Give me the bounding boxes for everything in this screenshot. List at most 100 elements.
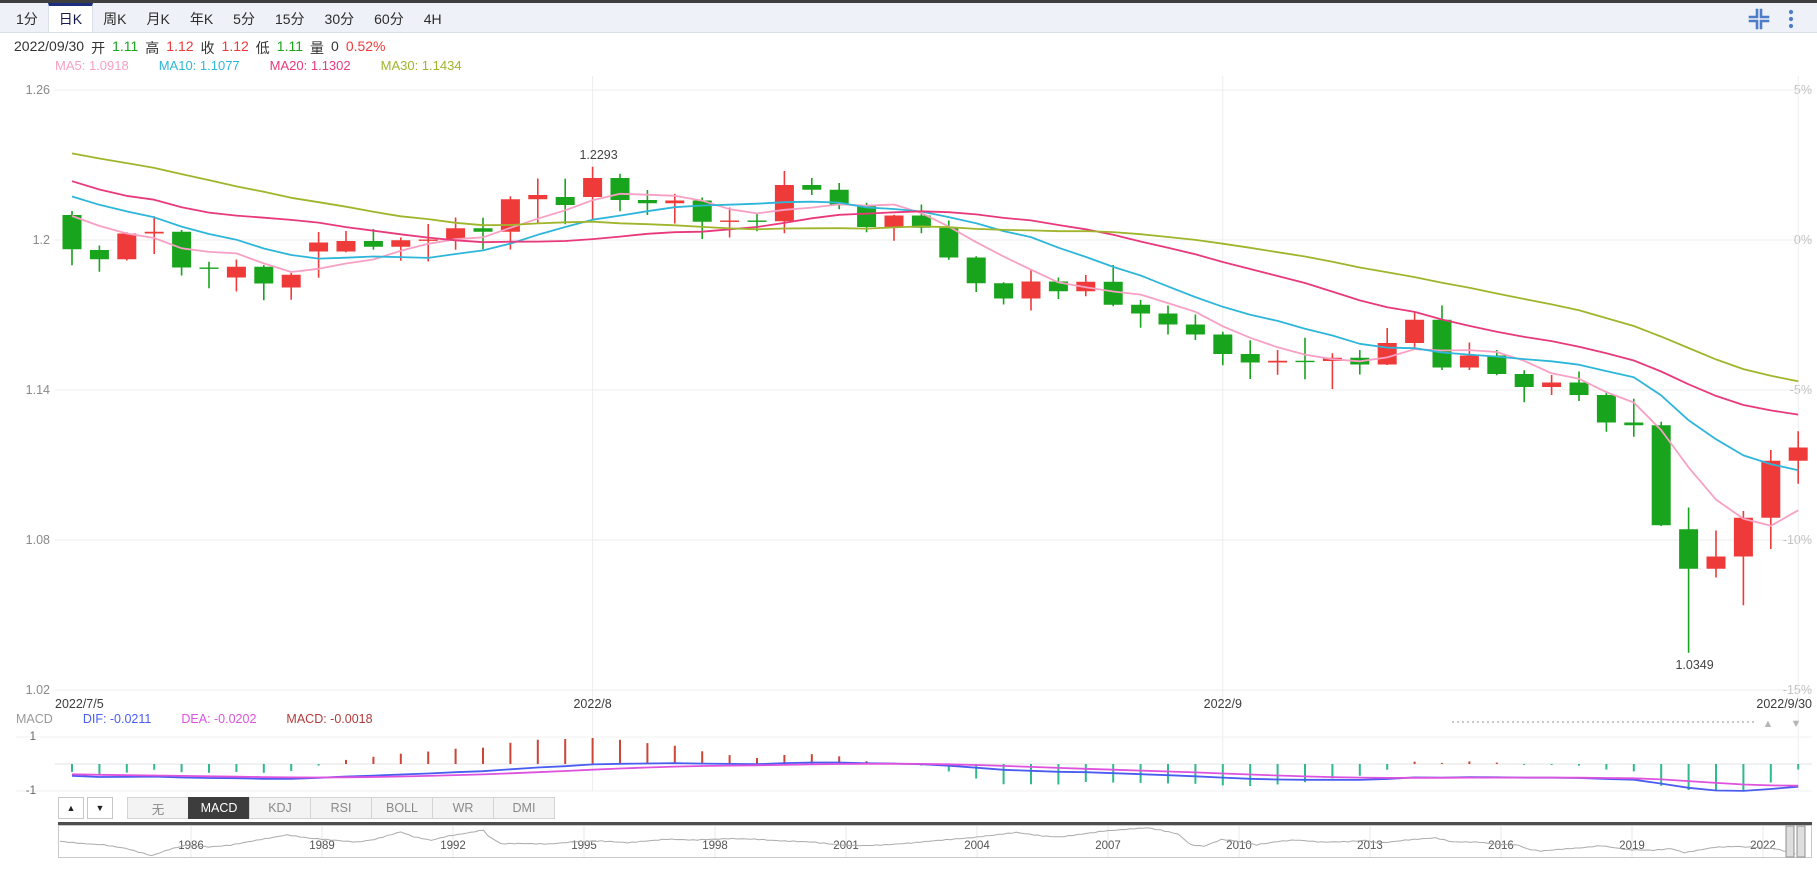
candle: [1679, 529, 1698, 569]
price-annotation: 1.2293: [579, 148, 617, 162]
candle: [1022, 282, 1041, 299]
navigator-handle[interactable]: [1786, 826, 1794, 857]
macd-hist-bar: [1742, 764, 1744, 790]
macd-y-label: -1: [26, 785, 36, 797]
indicator-tab-无[interactable]: 无: [127, 797, 189, 819]
macd-hist-bar: [235, 764, 237, 772]
macd-hist-bar: [1003, 764, 1005, 784]
ma-line-MA10: [72, 197, 1798, 471]
axis-arrow-up[interactable]: ▲: [1763, 718, 1774, 730]
macd-hist-bar: [564, 739, 566, 764]
macd-hist-bar: [126, 764, 128, 773]
indicator-tab-WR[interactable]: WR: [432, 797, 494, 819]
candle: [391, 240, 410, 247]
x-axis-label: 2022/8: [573, 697, 611, 711]
indicator-tab-BOLL[interactable]: BOLL: [371, 797, 433, 819]
candle: [227, 267, 246, 278]
y-axis-left-label: 1.02: [26, 683, 50, 697]
candle: [1761, 461, 1780, 518]
candle: [1597, 395, 1616, 423]
macd-hist-bar: [975, 764, 977, 778]
candle: [1159, 314, 1178, 325]
macd-hist-bar: [71, 764, 73, 772]
indicator-tab-RSI[interactable]: RSI: [310, 797, 372, 819]
macd-hist-bar: [674, 746, 676, 764]
candle: [1624, 423, 1643, 426]
ma-line-MA20: [72, 181, 1798, 414]
candle: [309, 243, 328, 252]
y-axis-right-label: 5%: [1794, 83, 1812, 97]
navigator-handle[interactable]: [1797, 826, 1805, 857]
y-axis-left-label: 1.2: [33, 233, 50, 247]
x-axis-label: 2022/9: [1204, 697, 1242, 711]
candle: [994, 283, 1013, 298]
navigator-year-label: 1992: [440, 840, 466, 852]
macd-info-part-2: DEA: -0.0202: [181, 712, 256, 726]
axis-arrow-down[interactable]: ▼: [1791, 718, 1802, 730]
price-annotation: 1.0349: [1675, 658, 1713, 672]
macd-hist-bar: [1688, 764, 1690, 790]
indicator-pane-up-button[interactable]: ▲: [58, 797, 84, 819]
macd-hist-bar: [427, 752, 429, 764]
candle: [1296, 361, 1315, 362]
macd-hist-bar: [1468, 761, 1470, 764]
indicator-pane-down-button[interactable]: ▼: [87, 797, 113, 819]
indicator-tab-bar: ▲ ▼ 无MACDKDJRSIBOLLWRDMI: [58, 797, 555, 819]
macd-hist-bar: [263, 764, 265, 773]
macd-info-row: MACDDIF: -0.0211DEA: -0.0202MACD: -0.001…: [16, 712, 373, 726]
macd-hist-bar: [537, 740, 539, 764]
main-chart-svg: 1.265%1.20%1.14-5%1.08-10%1.02-15%2022/7…: [0, 0, 1817, 887]
candle: [282, 275, 301, 288]
candle: [1186, 325, 1205, 335]
candle: [1542, 383, 1561, 388]
macd-hist-bar: [98, 764, 100, 775]
candle: [611, 178, 630, 200]
macd-dea-line: [72, 764, 1798, 786]
macd-info-part-3: MACD: -0.0018: [286, 712, 372, 726]
macd-hist-bar: [1523, 764, 1525, 765]
candle: [474, 228, 493, 232]
macd-hist-bar: [729, 755, 731, 764]
candle: [556, 197, 575, 205]
macd-hist-bar: [1770, 764, 1772, 783]
indicator-tab-MACD[interactable]: MACD: [188, 797, 250, 819]
macd-hist-bar: [1551, 764, 1553, 765]
candle: [665, 201, 684, 204]
navigator-year-label: 2001: [833, 840, 859, 852]
x-axis-label: 2022/9/30: [1756, 697, 1812, 711]
macd-hist-bar: [701, 751, 703, 764]
macd-hist-bar: [290, 764, 292, 771]
macd-hist-bar: [208, 764, 210, 773]
macd-hist-bar: [1578, 764, 1580, 766]
ma-line-MA30: [72, 153, 1798, 381]
y-axis-right-label: -15%: [1783, 683, 1812, 697]
candle: [967, 258, 986, 284]
macd-hist-bar: [1441, 763, 1443, 764]
macd-hist-bar: [1496, 763, 1498, 764]
y-axis-right-label: -5%: [1790, 383, 1812, 397]
candle: [90, 250, 109, 259]
candle: [419, 240, 438, 241]
macd-hist-bar: [400, 754, 402, 764]
candle: [748, 221, 767, 222]
macd-hist-bar: [318, 764, 320, 766]
indicator-tabs: 无MACDKDJRSIBOLLWRDMI: [128, 797, 555, 819]
candle: [1734, 518, 1753, 557]
candle: [1433, 320, 1452, 368]
candle: [446, 228, 465, 239]
y-axis-right-label: -10%: [1783, 533, 1812, 547]
macd-hist-bar: [455, 749, 457, 764]
y-axis-left-label: 1.14: [26, 383, 50, 397]
macd-hist-bar: [1715, 764, 1717, 790]
y-axis-left-label: 1.26: [26, 83, 50, 97]
indicator-tab-DMI[interactable]: DMI: [493, 797, 555, 819]
macd-hist-bar: [1605, 764, 1607, 770]
macd-hist-bar: [592, 738, 594, 764]
macd-hist-bar: [153, 764, 155, 770]
macd-hist-bar: [345, 760, 347, 764]
macd-hist-bar: [1194, 764, 1196, 784]
indicator-tab-KDJ[interactable]: KDJ: [249, 797, 311, 819]
candle: [1104, 282, 1123, 305]
macd-hist-bar: [1386, 764, 1388, 770]
candle: [200, 268, 219, 269]
